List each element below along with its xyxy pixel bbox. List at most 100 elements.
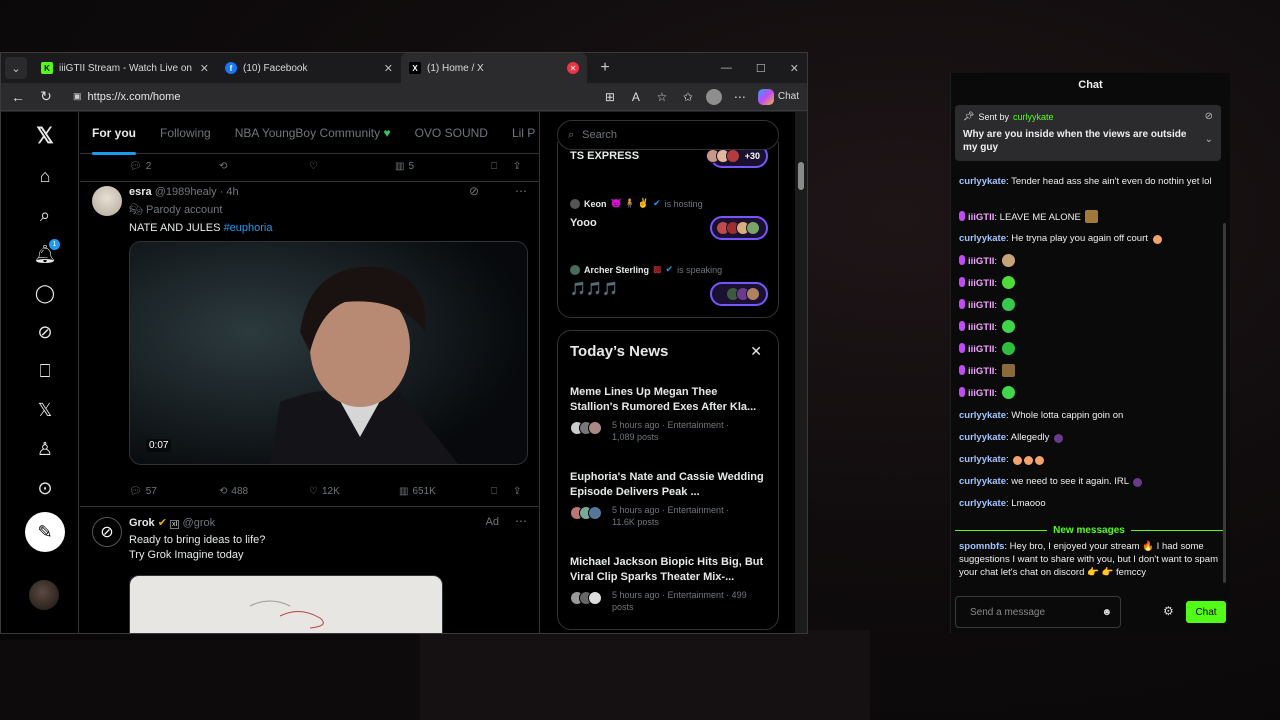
tab-nba-youngboy-community[interactable]: NBA YoungBoy Community ♥ — [235, 126, 391, 140]
page-scrollbar[interactable] — [795, 112, 807, 633]
app-available-icon[interactable]: ⊞ — [602, 90, 618, 104]
bookmarks-icon[interactable]: ⎕ — [33, 359, 57, 383]
copilot-button[interactable]: Chat — [757, 88, 799, 105]
scrollbar-thumb[interactable] — [798, 162, 804, 190]
news-item[interactable]: Euphoria's Nate and Cassie Wedding Episo… — [570, 470, 768, 528]
video-frame — [130, 242, 527, 464]
repost-button[interactable]: ⟲ 488 — [219, 486, 309, 497]
close-icon[interactable]: ✕ — [384, 62, 393, 75]
tweet-video[interactable]: 0:07 — [129, 241, 528, 465]
repost-button[interactable]: ⟲ — [219, 161, 309, 172]
gear-icon[interactable]: ⚙ — [1163, 604, 1174, 618]
hashtag-link[interactable]: #euphoria — [224, 222, 273, 234]
tab-x-home[interactable]: X (1) Home / X ✕ — [401, 53, 587, 83]
space-listeners-pill[interactable] — [710, 282, 768, 306]
send-chat-button[interactable]: Chat — [1186, 601, 1226, 623]
like-button[interactable]: ♡ 12K — [309, 486, 399, 497]
news-headline: Euphoria's Nate and Cassie Wedding Episo… — [570, 471, 764, 498]
notifications-icon[interactable]: 🔔︎ 1 — [33, 239, 60, 266]
favorites-icon[interactable]: ✩ — [680, 90, 696, 104]
views-button[interactable]: ▥ 5 — [395, 161, 491, 172]
video-timestamp: 0:07 — [146, 439, 172, 452]
bookmark-button[interactable]: ⎕ — [491, 486, 513, 497]
search-placeholder: Search — [582, 129, 618, 141]
sketch-image — [249, 600, 324, 629]
close-window-icon[interactable]: ✕ — [790, 62, 799, 75]
close-icon[interactable]: ✕ — [200, 62, 209, 75]
stream-chat-panel: Chat curlyykate: Tender head ass she ain… — [950, 73, 1230, 633]
news-meta: 5 hours ago · Entertainment · 499 posts — [570, 589, 768, 613]
profile-icon[interactable]: ♙ — [33, 437, 57, 461]
tweet-esra[interactable]: esra @1989healy · 4h 🎭︎ Parody account ⊘… — [80, 182, 539, 507]
new-tab-button[interactable]: + — [593, 56, 617, 80]
tweet-avatar[interactable] — [92, 186, 122, 216]
more-icon[interactable]: ⋯ — [732, 90, 748, 104]
back-icon[interactable]: ← — [9, 89, 27, 105]
tab-facebook[interactable]: f (10) Facebook ✕ — [217, 53, 401, 83]
space-item[interactable]: TS EXPRESS +30 — [570, 144, 768, 190]
chat-input[interactable]: Send a message ☻ — [955, 596, 1121, 628]
chat-message: iiiGTII: — [959, 386, 1219, 400]
chat-message: curlyykate: we need to see it again. IRL — [959, 475, 1219, 488]
grok-explain-icon[interactable]: ⊘ — [469, 184, 479, 198]
bookmark-button[interactable]: ⎕ — [491, 161, 513, 172]
url-field[interactable]: ▣ https://x.com/home — [65, 87, 592, 107]
chat-scrollbar[interactable] — [1223, 223, 1226, 583]
profile-avatar[interactable] — [705, 88, 722, 105]
premium-x-icon[interactable]: 𝕏 — [33, 398, 57, 422]
new-messages-divider: New messages — [955, 525, 1223, 536]
chat-message: iiiGTII: — [959, 342, 1219, 356]
tab-ovo-sound[interactable]: OVO SOUND — [415, 126, 488, 140]
ad-image[interactable] — [129, 575, 443, 633]
site-info-icon[interactable]: ▣ — [73, 91, 82, 102]
news-item[interactable]: Meme Lines Up Megan Thee Stallion's Rumo… — [570, 385, 768, 443]
space-item[interactable]: Archer Sterling ▩ ✔︎ is speaking 🎵🎵🎵 — [570, 264, 768, 314]
pinned-tools: ⊘ ⌄ — [1205, 111, 1213, 145]
compose-post-button[interactable]: ✎ — [25, 512, 65, 552]
grok-icon[interactable]: ⊘ — [33, 320, 57, 344]
chat-message: curlyykate: — [959, 453, 1219, 466]
pinned-message[interactable]: 📌︎ Sent by curlyykate Why are you inside… — [955, 105, 1221, 161]
minimize-icon[interactable]: — — [721, 62, 732, 74]
home-icon[interactable]: ⌂ — [33, 164, 57, 188]
tab-following[interactable]: Following — [160, 126, 211, 140]
maximize-icon[interactable]: ☐ — [756, 62, 766, 75]
news-meta: 5 hours ago · Entertainment · 1,089 posts — [570, 419, 768, 443]
search-icon[interactable]: ⌕ — [33, 203, 57, 227]
timeline-tabs: For you Following NBA YoungBoy Community… — [80, 112, 539, 155]
views-button[interactable]: ▥ 651K — [399, 486, 491, 497]
more-options-icon[interactable]: ⋯ — [515, 514, 527, 528]
tweet-grok-ad[interactable]: ⊘ Grok ✔︎ xI @grok Ad ⋯ Ready to bring i… — [80, 507, 539, 633]
timeline: For you Following NBA YoungBoy Community… — [80, 112, 540, 633]
reply-button[interactable]: 💬︎ 2 — [129, 161, 219, 172]
reply-button[interactable]: 💬︎ 57 — [129, 486, 219, 497]
favorite-star-icon[interactable]: ☆ — [654, 90, 670, 104]
read-aloud-icon[interactable]: A — [628, 90, 644, 104]
account-avatar[interactable] — [29, 580, 59, 610]
tab-for-you[interactable]: For you — [92, 126, 136, 155]
x-logo-icon[interactable]: 𝕏 — [33, 123, 57, 148]
tab-lil-p[interactable]: Lil P — [512, 126, 535, 140]
space-item[interactable]: Keon 😈 🧍 ✌️ ✔︎ is hosting Yooo — [570, 198, 768, 248]
like-button[interactable]: ♡ — [309, 161, 395, 172]
tab-kick[interactable]: K iiiGTII Stream - Watch Live on Kick ✕ — [33, 53, 217, 83]
search-input[interactable]: ⌕ Search — [557, 120, 779, 150]
hide-icon[interactable]: ⊘ — [1205, 111, 1213, 122]
grok-avatar[interactable]: ⊘ — [92, 517, 122, 547]
more-circle-icon[interactable]: ⊙ — [33, 476, 57, 500]
space-listeners-pill[interactable] — [710, 216, 768, 240]
close-icon[interactable]: ✕ — [750, 343, 762, 360]
share-button[interactable]: ⇪ — [513, 486, 521, 497]
chat-message: iiiGTII: LEAVE ME ALONE — [959, 210, 1219, 224]
messages-icon[interactable]: ◯ — [33, 281, 57, 305]
news-item[interactable]: Michael Jackson Biopic Hits Big, But Vir… — [570, 555, 768, 613]
emoji-icon[interactable]: ☻ — [1101, 607, 1112, 618]
chevron-down-icon[interactable]: ⌄ — [1205, 134, 1213, 145]
recording-icon[interactable]: ✕ — [567, 62, 579, 74]
chat-message: spomnbfs: Hey bro, I enjoyed your stream… — [959, 541, 1218, 578]
pinned-sender: 📌︎ Sent by curlyykate — [963, 111, 1054, 122]
refresh-icon[interactable]: ↻ — [37, 88, 55, 105]
tab-list-button[interactable]: ⌄ — [5, 57, 27, 79]
more-options-icon[interactable]: ⋯ — [515, 184, 527, 198]
share-button[interactable]: ⇪ — [513, 161, 521, 172]
